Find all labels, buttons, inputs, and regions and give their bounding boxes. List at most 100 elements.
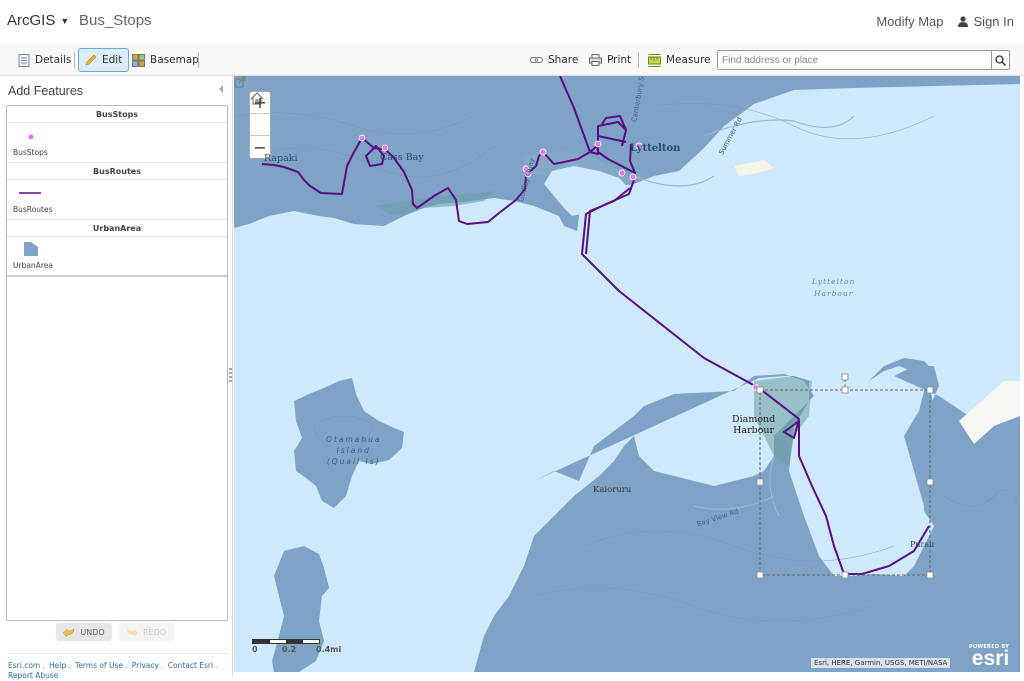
details-label: Details: [35, 54, 72, 66]
toolbar-divider: [74, 52, 75, 68]
resize-handle: [756, 571, 764, 579]
polygon-symbol-icon: [24, 242, 38, 256]
resize-handle: [926, 571, 934, 579]
toolbar-divider: [198, 52, 199, 68]
water-purau-bay: [799, 366, 924, 573]
search-icon: [995, 54, 1006, 66]
printer-icon: [589, 54, 602, 66]
user-icon: [957, 16, 968, 27]
template-busroutes[interactable]: BusRoutes: [7, 180, 227, 220]
toolbar-divider: [638, 52, 639, 68]
beach: [734, 160, 774, 176]
undo-label: UNDO: [80, 627, 105, 637]
share-label: Share: [548, 54, 579, 66]
page-edge: [1020, 76, 1024, 677]
footer-link-terms[interactable]: Terms of Use: [75, 661, 123, 670]
resize-handle: [841, 386, 849, 394]
search-input[interactable]: [718, 51, 991, 69]
app-menu[interactable]: ArcGIS ▼: [7, 12, 69, 29]
scale-tick: 0.4mi: [316, 645, 342, 654]
panel-title: Add Features: [8, 84, 84, 98]
edit-button[interactable]: Edit: [78, 48, 130, 72]
modify-map-link[interactable]: Modify Map: [876, 14, 943, 29]
full-extent-icon[interactable]: [234, 76, 246, 88]
basemap-button[interactable]: Basemap: [126, 48, 205, 72]
feature-templates: BusStops BusStops BusRoutes BusRoutes Ur…: [6, 105, 228, 621]
label-line: Otamahua: [326, 435, 382, 444]
template-busstops[interactable]: BusStops: [7, 123, 227, 163]
search-button[interactable]: [991, 51, 1009, 69]
label-kaioruru: Kaioruru: [593, 485, 632, 495]
footer-link-contact[interactable]: Contact Esri: [168, 661, 213, 670]
edit-label: Edit: [102, 54, 123, 66]
label-lyttelton-harbour: Lyttelton Harbour: [812, 276, 855, 300]
map-view[interactable]: + − Rapaki Cass Bay Lyttelton Canterbury…: [234, 76, 1020, 672]
top-bar: ArcGIS ▼ Bus_Stops Modify Map Sign In: [0, 0, 1024, 44]
panel-splitter[interactable]: [229, 368, 233, 382]
label-lyttelton: Lyttelton: [630, 143, 681, 154]
label-otamahua-island: Otamahua Island (Quail Is): [326, 434, 381, 467]
scale-tick: 0: [252, 645, 258, 654]
basemap-layer: [234, 76, 1020, 672]
template-label: UrbanArea: [13, 261, 53, 270]
label-rapaki: Rapaki: [264, 153, 298, 164]
footer-link-help[interactable]: Help: [49, 661, 66, 670]
redo-icon: [126, 629, 138, 637]
scale-bar: 0 0.2 0.4mi: [252, 639, 352, 654]
label-line: (Quail Is): [326, 457, 381, 466]
details-icon: [18, 53, 30, 67]
redo-button[interactable]: REDO: [118, 623, 174, 641]
label-line: Lyttelton: [812, 277, 856, 286]
line-symbol-icon: [19, 192, 41, 194]
esri-wordmark: esri: [971, 647, 1010, 670]
resize-handle: [841, 571, 849, 579]
label-purau: Purau: [910, 540, 935, 549]
resize-handle: [926, 478, 934, 486]
template-label: BusRoutes: [13, 205, 53, 214]
pencil-icon: [85, 54, 97, 66]
template-group-header: BusStops: [7, 106, 227, 123]
bus-stop: [594, 140, 602, 148]
print-button[interactable]: Print: [583, 48, 637, 72]
collapse-panel-icon[interactable]: [217, 84, 225, 94]
share-button[interactable]: Share: [524, 48, 584, 72]
measure-button[interactable]: Measure: [642, 48, 717, 72]
undo-icon: [63, 628, 75, 637]
sign-in-label: Sign In: [973, 14, 1014, 29]
search-box: [717, 50, 1010, 70]
app-name: ArcGIS: [7, 12, 56, 29]
map-title: Bus_Stops: [79, 12, 152, 29]
resize-handle: [756, 478, 764, 486]
undo-button[interactable]: UNDO: [56, 623, 112, 641]
rotate-handle: [841, 373, 849, 381]
footer-link-privacy[interactable]: Privacy: [132, 661, 159, 670]
footer-link-report-abuse[interactable]: Report Abuse: [8, 671, 58, 680]
bus-stop: [629, 173, 637, 181]
sidebar: Add Features BusStops BusStops BusRoutes…: [0, 76, 233, 680]
redo-label: REDO: [142, 627, 167, 637]
label-line: Harbour: [733, 425, 775, 436]
bus-stop: [381, 144, 389, 152]
home-button[interactable]: [250, 92, 270, 136]
measure-label: Measure: [666, 54, 711, 66]
label-line: Diamond: [732, 414, 776, 425]
template-group-header: UrbanArea: [7, 220, 227, 237]
footer-link-esri[interactable]: Esri.com: [8, 661, 40, 670]
scale-tick: 0.2: [282, 645, 297, 654]
point-symbol-icon: [28, 134, 34, 140]
label-line: Island: [336, 446, 371, 455]
label-cass-bay: Cass Bay: [380, 152, 424, 163]
bus-stop: [358, 134, 366, 142]
page-edge: [234, 672, 1024, 677]
details-button[interactable]: Details: [12, 48, 77, 72]
resize-handle: [926, 386, 934, 394]
template-group-header: BusRoutes: [7, 163, 227, 180]
map-attribution: Esri, HERE, Garmin, USGS, METI/NASA: [811, 658, 951, 668]
sign-in-link[interactable]: Sign In: [957, 14, 1014, 29]
link-icon: [530, 57, 543, 63]
template-label: BusStops: [13, 148, 48, 157]
esri-logo[interactable]: POWERED BY esri: [969, 644, 1010, 670]
basemap-label: Basemap: [150, 54, 199, 66]
label-diamond-harbour: Diamond Harbour: [732, 414, 775, 436]
template-urbanarea[interactable]: UrbanArea: [7, 237, 227, 277]
